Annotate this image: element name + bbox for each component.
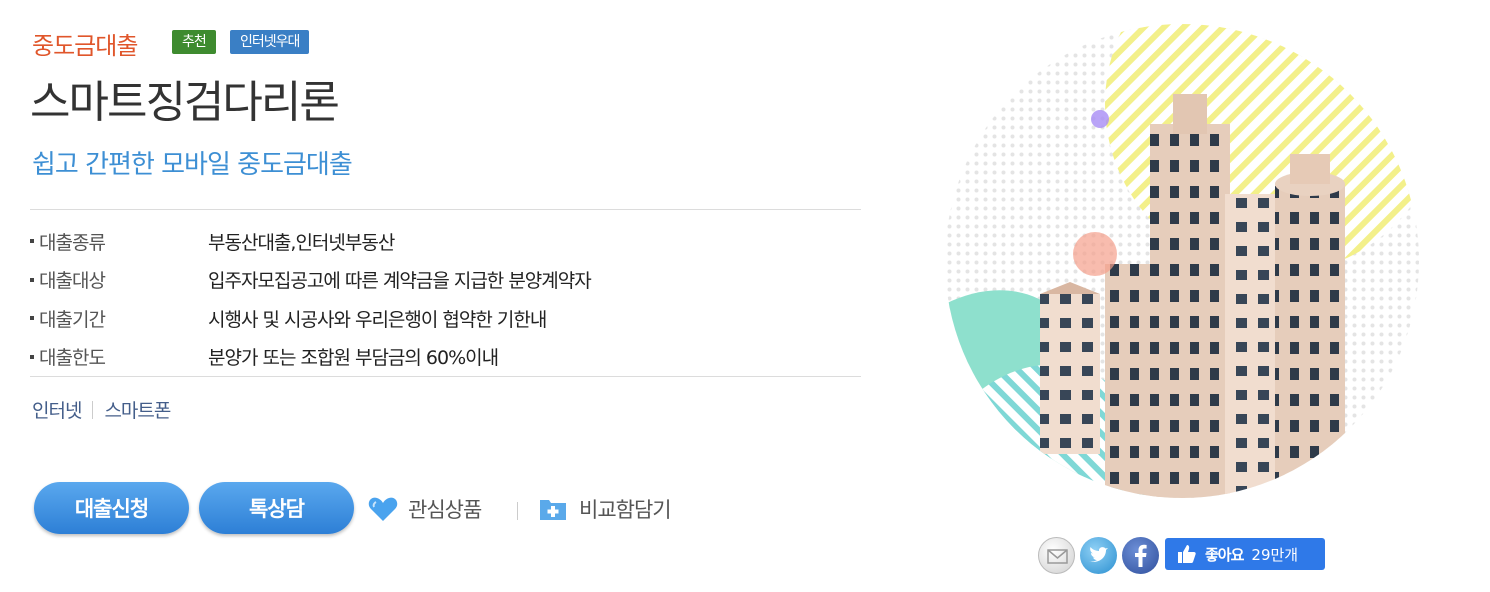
info-label: 대출대상 (39, 270, 106, 293)
channel-internet: 인터넷 (32, 400, 82, 422)
divider-bottom (30, 376, 861, 377)
add-to-compare-button[interactable]: 비교함담기 (539, 494, 672, 524)
like-label: 좋아요 (1205, 545, 1244, 564)
divider-top (30, 209, 861, 210)
info-row-loan-period: 대출기간 시행사 및 시공사와 우리은행이 협약한 기한내 (30, 299, 861, 338)
info-value: 분양가 또는 조합원 부담금의 60%이내 (208, 347, 499, 370)
building-illustration (945, 24, 1419, 498)
info-value: 입주자모집공고에 따른 계약금을 지급한 분양계약자 (208, 270, 592, 293)
compare-label: 비교함담기 (579, 498, 672, 522)
heart-icon (368, 496, 398, 522)
favorite-product-button[interactable]: 관심상품 (368, 494, 482, 524)
talk-consult-button[interactable]: 톡상담 (199, 482, 354, 534)
info-value: 부동산대출,인터넷부동산 (208, 231, 395, 254)
info-row-loan-target: 대출대상 입주자모집공고에 따른 계약금을 지급한 분양계약자 (30, 261, 861, 300)
channel-smartphone: 스마트폰 (104, 400, 171, 422)
info-label: 대출한도 (39, 347, 106, 370)
info-label: 대출기간 (39, 308, 106, 331)
product-category: 중도금대출 (32, 32, 138, 60)
info-row-loan-limit: 대출한도 분양가 또는 조합원 부담금의 60%이내 (30, 338, 861, 377)
badge-recommend: 추천 (172, 30, 216, 54)
product-title: 스마트징검다리론 (30, 77, 340, 128)
badge-internet-preferred: 인터넷우대 (230, 30, 310, 54)
apply-loan-button[interactable]: 대출신청 (34, 482, 189, 534)
facebook-like-button[interactable]: 좋아요 29만개 (1165, 538, 1325, 570)
mail-icon[interactable] (1038, 537, 1075, 574)
util-divider (517, 502, 518, 520)
channel-list: 인터넷 스마트폰 (32, 396, 171, 423)
info-value: 시행사 및 시공사와 우리은행이 협약한 기한내 (208, 308, 547, 331)
info-label: 대출종류 (39, 231, 106, 254)
folder-plus-icon (539, 497, 567, 521)
product-info-list: 대출종류 부동산대출,인터넷부동산 대출대상 입주자모집공고에 따른 계약금을 … (30, 222, 861, 376)
thumbs-up-icon (1177, 544, 1197, 564)
product-subtitle: 쉽고 간편한 모바일 중도금대출 (32, 150, 353, 180)
favorite-label: 관심상품 (408, 498, 482, 522)
facebook-icon[interactable] (1122, 537, 1159, 574)
like-count: 29만개 (1251, 545, 1299, 564)
info-row-loan-type: 대출종류 부동산대출,인터넷부동산 (30, 222, 861, 261)
twitter-icon[interactable] (1080, 537, 1117, 574)
